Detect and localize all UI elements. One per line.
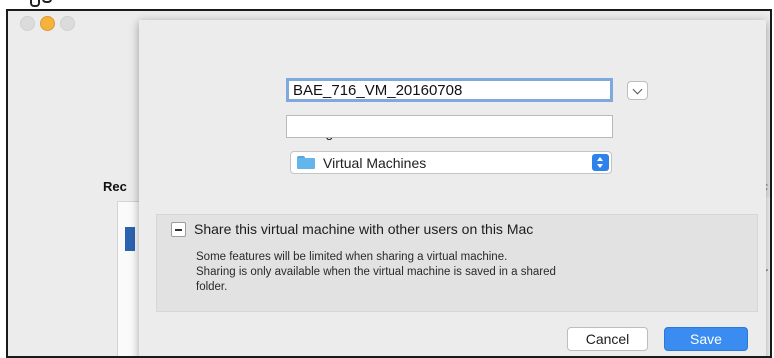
tags-input[interactable]: [287, 116, 616, 139]
share-checkbox-label[interactable]: Share this virtual machine with other us…: [194, 221, 533, 237]
cancel-button[interactable]: Cancel: [567, 327, 648, 351]
save-button[interactable]: Save: [664, 327, 748, 351]
tags-field[interactable]: [286, 115, 616, 139]
app-window: Rec er F Save As: Tags: Where: Virtual M…: [6, 9, 772, 358]
cropped-title-glyphs: [30, 0, 52, 7]
zoom-window-button[interactable]: [60, 16, 75, 31]
chevron-down-icon: [632, 84, 643, 95]
save-as-field[interactable]: [286, 78, 613, 102]
share-desc-line: Sharing is only available when the virtu…: [196, 266, 556, 278]
background-selected-item: [125, 227, 135, 251]
where-value: Virtual Machines: [323, 155, 427, 171]
share-description: Some features will be limited when shari…: [196, 250, 676, 295]
folder-icon: [297, 156, 315, 169]
minimize-window-button[interactable]: [40, 16, 55, 31]
expand-dialog-button[interactable]: [627, 81, 648, 100]
popup-stepper-icon: [592, 154, 609, 171]
where-popup-button[interactable]: Virtual Machines: [290, 151, 612, 174]
share-desc-line: Some features will be limited when shari…: [196, 251, 508, 263]
header-strip: [0, 0, 774, 9]
share-checkbox[interactable]: [171, 222, 186, 237]
share-desc-line: folder.: [196, 281, 228, 293]
save-as-input[interactable]: [289, 81, 610, 99]
background-section-label: Rec: [103, 179, 127, 194]
close-window-button[interactable]: [20, 16, 35, 31]
checkbox-dash-icon: [175, 229, 182, 231]
save-sheet: Save As: Tags: Where: Virtual Machines S…: [139, 20, 766, 356]
